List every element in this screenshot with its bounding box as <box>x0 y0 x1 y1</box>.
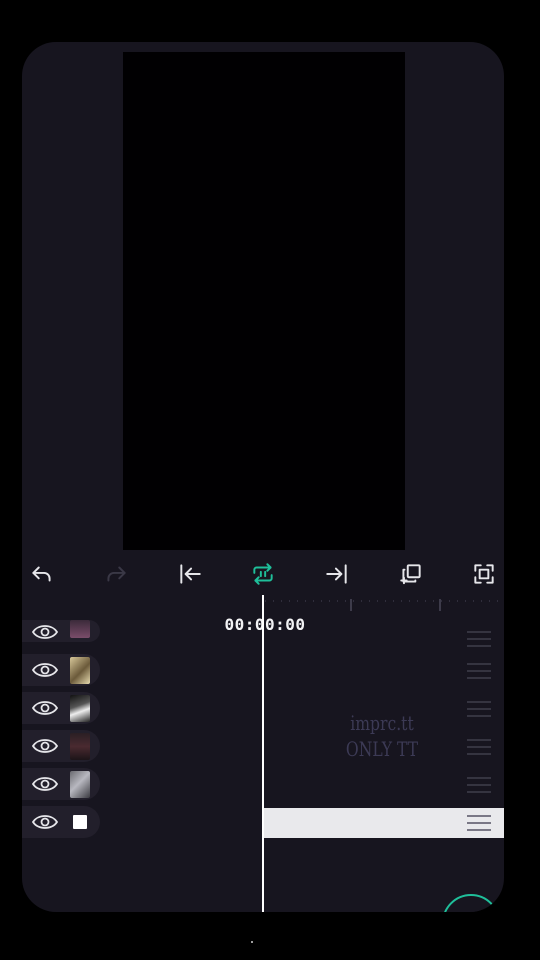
undo-icon[interactable] <box>26 558 58 590</box>
fullscreen-icon[interactable] <box>468 558 500 590</box>
eye-icon[interactable] <box>31 622 59 642</box>
eye-icon[interactable] <box>31 698 59 718</box>
layer-row[interactable] <box>22 654 100 686</box>
white-layer-track[interactable] <box>264 808 504 838</box>
layer-thumbnail <box>70 733 90 760</box>
add-layer-button[interactable] <box>442 894 500 912</box>
redo-icon[interactable] <box>100 558 132 590</box>
watermark-line-2: ONLY TT <box>345 737 419 761</box>
layer-thumbnail <box>70 771 90 798</box>
drag-handle-icon[interactable] <box>466 630 492 648</box>
drag-handle-icon[interactable] <box>466 738 492 756</box>
copy-layers-icon[interactable] <box>395 558 427 590</box>
drag-handle-icon[interactable] <box>466 814 492 832</box>
layer-list <box>22 620 104 844</box>
eye-icon[interactable] <box>31 774 59 794</box>
layer-row[interactable] <box>22 620 100 642</box>
jump-to-start-icon[interactable] <box>174 558 206 590</box>
drag-handle-icon[interactable] <box>466 662 492 680</box>
jump-to-end-icon[interactable] <box>321 558 353 590</box>
eye-icon[interactable] <box>31 736 59 756</box>
loop-icon[interactable] <box>247 558 279 590</box>
layer-thumbnail <box>70 620 90 638</box>
playback-toolbar <box>22 552 504 596</box>
page-indicator-dot <box>251 941 253 943</box>
layer-row[interactable] <box>22 730 100 762</box>
video-preview[interactable] <box>123 52 405 550</box>
watermark-line-1: imprc.tt <box>350 711 414 735</box>
layer-row[interactable] <box>22 768 100 800</box>
layer-row[interactable] <box>22 692 100 724</box>
drag-handle-icon[interactable] <box>466 700 492 718</box>
editor-frame: 00:00:00 imprc.tt ONLY TT <box>22 42 504 912</box>
layer-row[interactable] <box>22 806 100 838</box>
playhead[interactable] <box>262 595 264 912</box>
watermark: imprc.tt ONLY TT <box>343 710 421 762</box>
layer-thumbnail <box>70 695 90 722</box>
layer-thumbnail <box>70 657 90 684</box>
drag-handle-icon[interactable] <box>466 776 492 794</box>
timeline-ruler[interactable] <box>265 597 504 613</box>
eye-icon[interactable] <box>31 812 59 832</box>
timecode-display: 00:00:00 <box>224 615 306 634</box>
layer-thumbnail <box>73 815 87 829</box>
eye-icon[interactable] <box>31 660 59 680</box>
